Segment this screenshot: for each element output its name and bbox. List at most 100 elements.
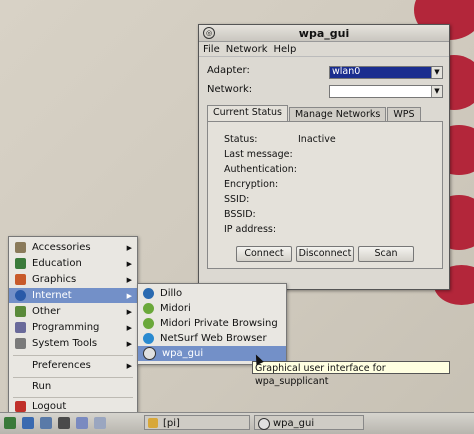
menu-item-label: System Tools <box>32 338 98 349</box>
taskbar: [pi] wpa_gui <box>0 412 474 434</box>
menu-item-label: Internet <box>32 290 72 301</box>
submenu-item-label: NetSurf Web Browser <box>160 333 267 344</box>
menu-item-accessories[interactable]: Accessories ▶ <box>9 240 137 255</box>
network-select[interactable]: ▼ <box>329 85 443 98</box>
chevron-right-icon: ▶ <box>126 291 132 300</box>
menu-item-label: Programming <box>32 322 100 333</box>
programming-icon <box>15 322 26 333</box>
internet-submenu: Dillo Midori Midori Private Browsing Net… <box>137 283 287 365</box>
taskbar-task-pi[interactable]: [pi] <box>144 415 250 430</box>
wifi-icon <box>258 418 270 430</box>
connect-button[interactable]: Connect <box>236 246 292 262</box>
file-manager-icon[interactable] <box>40 417 52 429</box>
last-message-label: Last message: <box>224 149 293 160</box>
menu-separator <box>13 377 133 378</box>
chevron-right-icon: ▶ <box>126 275 132 284</box>
desktop-icon[interactable] <box>76 417 88 429</box>
graphics-icon <box>15 274 26 285</box>
menu-help[interactable]: Help <box>274 44 297 55</box>
chevron-down-icon[interactable]: ▼ <box>431 67 442 78</box>
menu-item-programming[interactable]: Programming ▶ <box>9 320 137 335</box>
workspace-icon[interactable] <box>94 417 106 429</box>
globe-icon <box>15 290 26 301</box>
tab-wps[interactable]: WPS <box>387 107 421 122</box>
adapter-label: Adapter: <box>207 65 250 76</box>
menu-item-label: Other <box>32 306 61 317</box>
other-icon <box>15 306 26 317</box>
tab-current-status[interactable]: Current Status <box>207 105 288 122</box>
chevron-right-icon: ▶ <box>126 243 132 252</box>
menu-item-label: Logout <box>32 401 67 412</box>
submenu-item-dillo[interactable]: Dillo <box>138 286 286 301</box>
window-title: wpa_gui <box>298 26 350 40</box>
authentication-label: Authentication: <box>224 164 297 175</box>
terminal-icon[interactable] <box>58 417 70 429</box>
education-icon <box>15 258 26 269</box>
chevron-right-icon: ▶ <box>126 339 132 348</box>
wifi-icon <box>143 347 156 360</box>
menu-item-label: Accessories <box>32 242 91 253</box>
start-menu: Accessories ▶ Education ▶ Graphics ▶ Intern… <box>8 236 138 418</box>
task-label: wpa_gui <box>273 418 315 429</box>
accessories-icon <box>15 242 26 253</box>
netsurf-icon <box>143 333 154 344</box>
menubar: File Network Help <box>199 42 449 57</box>
dillo-icon <box>143 288 154 299</box>
encryption-label: Encryption: <box>224 179 279 190</box>
menu-item-other[interactable]: Other ▶ <box>9 304 137 319</box>
menu-item-label: Education <box>32 258 82 269</box>
menu-separator <box>13 397 133 398</box>
network-label: Network: <box>207 84 253 95</box>
wpa-gui-window: ◎ wpa_gui File Network Help Adapter: wla… <box>198 24 450 290</box>
submenu-item-label: Midori <box>160 303 191 314</box>
menu-file[interactable]: File <box>203 44 220 55</box>
task-label: [pi] <box>163 418 180 429</box>
submenu-item-midori-private[interactable]: Midori Private Browsing <box>138 316 286 331</box>
system-tools-icon <box>15 338 26 349</box>
menu-item-label: Preferences <box>32 360 91 371</box>
ip-address-label: IP address: <box>224 224 277 235</box>
menu-launcher-icon[interactable] <box>4 417 16 429</box>
disconnect-button[interactable]: Disconnect <box>296 246 354 262</box>
menu-item-internet[interactable]: Internet ▶ <box>9 288 137 303</box>
menu-item-label: Run <box>32 381 52 392</box>
window-titlebar[interactable]: ◎ wpa_gui <box>199 25 449 42</box>
menu-item-run[interactable]: Run <box>9 379 137 394</box>
tab-manage-networks[interactable]: Manage Networks <box>288 107 387 122</box>
menu-item-preferences[interactable]: Preferences ▶ <box>9 358 137 373</box>
submenu-item-wpa-gui[interactable]: wpa_gui <box>138 346 286 361</box>
menu-item-education[interactable]: Education ▶ <box>9 256 137 271</box>
status-panel: Status: Inactive Last message: Authentic… <box>207 121 443 269</box>
chevron-right-icon: ▶ <box>126 323 132 332</box>
submenu-item-label: Midori Private Browsing <box>160 318 278 329</box>
submenu-item-midori[interactable]: Midori <box>138 301 286 316</box>
submenu-item-label: Dillo <box>160 288 183 299</box>
status-label: Status: <box>224 134 258 145</box>
run-icon <box>15 381 26 392</box>
ssid-label: SSID: <box>224 194 250 205</box>
adapter-select[interactable]: wlan0 ▼ <box>329 66 443 79</box>
folder-icon <box>148 418 158 428</box>
chevron-right-icon: ▶ <box>126 307 132 316</box>
logout-icon <box>15 401 26 412</box>
scan-button[interactable]: Scan <box>358 246 414 262</box>
tab-bar: Current Status Manage Networks WPS <box>207 105 422 122</box>
preferences-icon <box>15 360 26 371</box>
menu-network[interactable]: Network <box>226 44 268 55</box>
status-value: Inactive <box>298 134 336 145</box>
midori-private-icon <box>143 318 154 329</box>
taskbar-task-wpa-gui[interactable]: wpa_gui <box>254 415 364 430</box>
adapter-value: wlan0 <box>332 66 361 77</box>
submenu-item-netsurf[interactable]: NetSurf Web Browser <box>138 331 286 346</box>
tooltip: Graphical user interface for wpa_supplic… <box>252 361 450 387</box>
chevron-down-icon[interactable]: ▼ <box>431 86 442 97</box>
menu-separator <box>13 355 133 356</box>
chevron-right-icon: ▶ <box>126 259 132 268</box>
bssid-label: BSSID: <box>224 209 256 220</box>
chevron-right-icon: ▶ <box>126 361 132 370</box>
browser-icon[interactable] <box>22 417 34 429</box>
menu-item-system-tools[interactable]: System Tools ▶ <box>9 336 137 351</box>
menu-item-graphics[interactable]: Graphics ▶ <box>9 272 137 287</box>
midori-icon <box>143 303 154 314</box>
menu-item-label: Graphics <box>32 274 77 285</box>
